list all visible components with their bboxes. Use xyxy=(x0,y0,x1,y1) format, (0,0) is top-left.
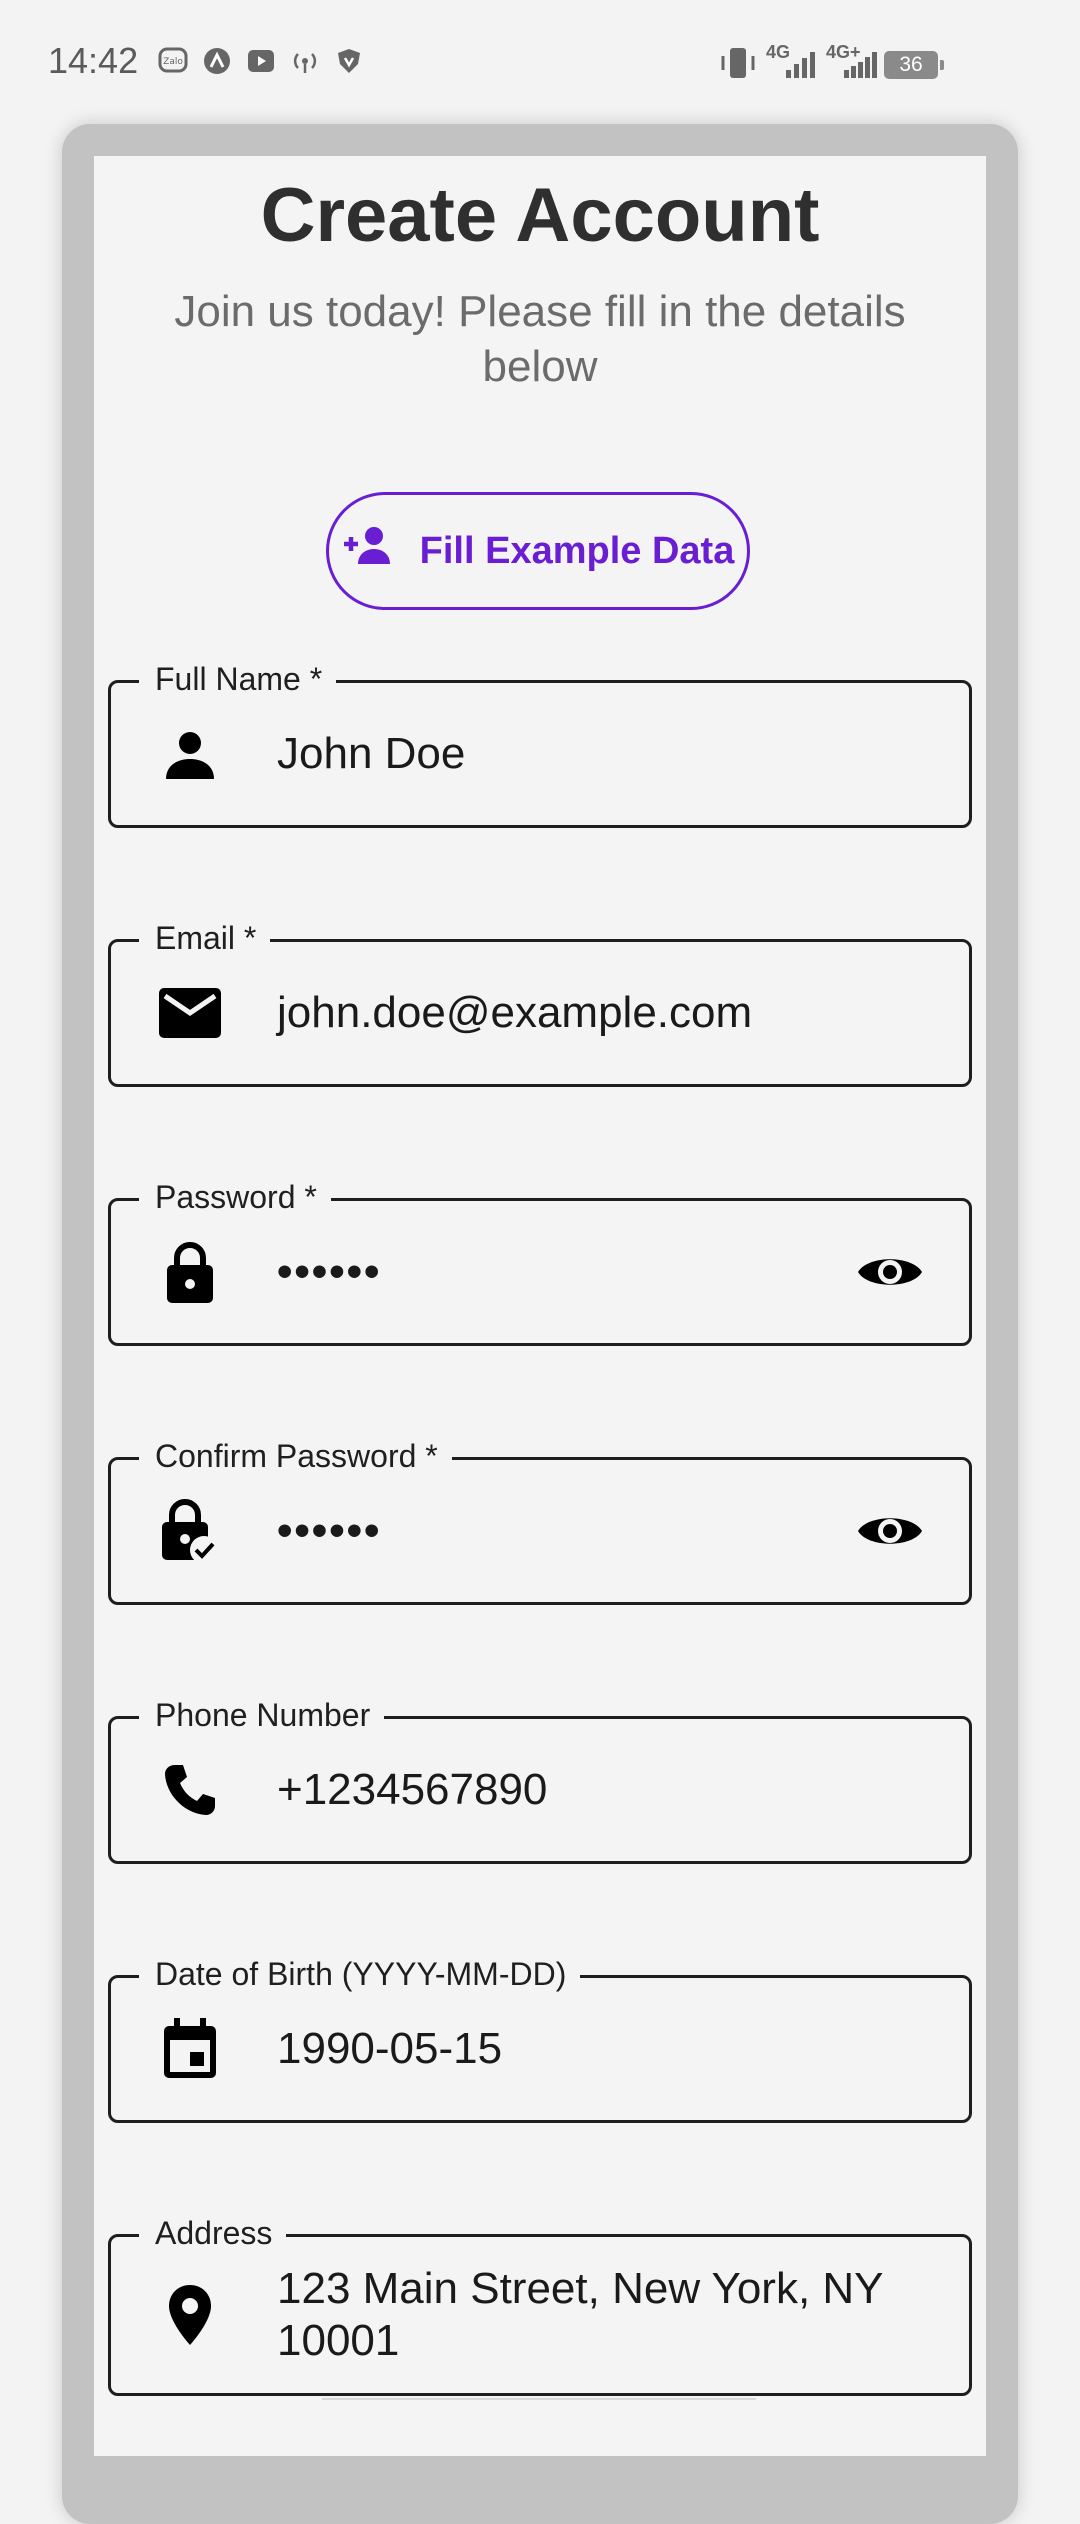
phone-icon xyxy=(159,1759,221,1821)
email-input[interactable]: john.doe@example.com xyxy=(277,988,752,1038)
svg-text:Zalo: Zalo xyxy=(163,57,183,67)
phone-number-field[interactable]: Phone Number +1234567890 xyxy=(108,1697,972,1864)
toggle-visibility-icon[interactable] xyxy=(855,1247,925,1297)
notification-icons: Zalo xyxy=(158,46,364,76)
status-bar: 14:42 Zalo 4G 4G+ 36 xyxy=(0,0,1080,120)
password-label: Password * xyxy=(139,1179,331,1216)
signal-4g-plus-icon: 4G+ xyxy=(826,42,880,82)
password-input[interactable]: •••••• xyxy=(277,1247,381,1297)
page-title: Create Account xyxy=(260,173,820,258)
page-subtitle: Join us today! Please fill in the detail… xyxy=(174,287,906,391)
person-icon xyxy=(159,723,221,785)
bottom-edge xyxy=(322,2398,756,2410)
email-field[interactable]: Email * john.doe@example.com xyxy=(108,920,972,1087)
fill-example-data-button[interactable]: Fill Example Data xyxy=(326,492,750,610)
email-label: Email * xyxy=(139,920,271,957)
vpn-shield-icon xyxy=(334,46,364,76)
phone-number-label: Phone Number xyxy=(139,1697,385,1734)
full-name-label: Full Name * xyxy=(139,661,337,698)
toggle-confirm-visibility-icon[interactable] xyxy=(855,1506,925,1556)
password-field[interactable]: Password * •••••• xyxy=(108,1179,972,1346)
confirm-password-field[interactable]: Confirm Password * •••••• xyxy=(108,1438,972,1605)
full-name-field[interactable]: Full Name * John Doe xyxy=(108,661,972,828)
location-pin-icon xyxy=(159,2284,221,2346)
phone-number-input[interactable]: +1234567890 xyxy=(277,1765,547,1815)
battery-indicator: 36 xyxy=(884,51,944,79)
youtube-icon xyxy=(246,46,276,76)
confirm-password-label: Confirm Password * xyxy=(139,1438,452,1475)
lock-check-icon xyxy=(159,1499,221,1564)
fill-example-data-label: Fill Example Data xyxy=(419,529,735,572)
status-time: 14:42 xyxy=(48,40,139,81)
full-name-input[interactable]: John Doe xyxy=(277,729,465,779)
date-of-birth-label: Date of Birth (YYYY-MM-DD) xyxy=(139,1956,581,1993)
calendar-icon xyxy=(159,2018,221,2080)
person-add-icon xyxy=(342,526,396,576)
address-input[interactable]: 123 Main Street, New York, NY 10001 xyxy=(277,2263,917,2367)
app-notification-icon xyxy=(202,46,232,76)
zalo-icon: Zalo xyxy=(158,46,188,76)
address-label: Address xyxy=(139,2215,287,2252)
signal-4g-icon: 4G xyxy=(766,42,820,82)
date-of-birth-field[interactable]: Date of Birth (YYYY-MM-DD) 1990-05-15 xyxy=(108,1956,972,2123)
address-field[interactable]: Address 123 Main Street, New York, NY 10… xyxy=(108,2215,972,2396)
vibrate-icon xyxy=(718,46,758,85)
confirm-password-input[interactable]: •••••• xyxy=(277,1506,381,1556)
email-icon xyxy=(159,982,221,1044)
lock-icon xyxy=(159,1241,221,1303)
hotspot-icon xyxy=(290,46,320,76)
date-of-birth-input[interactable]: 1990-05-15 xyxy=(277,2024,502,2074)
